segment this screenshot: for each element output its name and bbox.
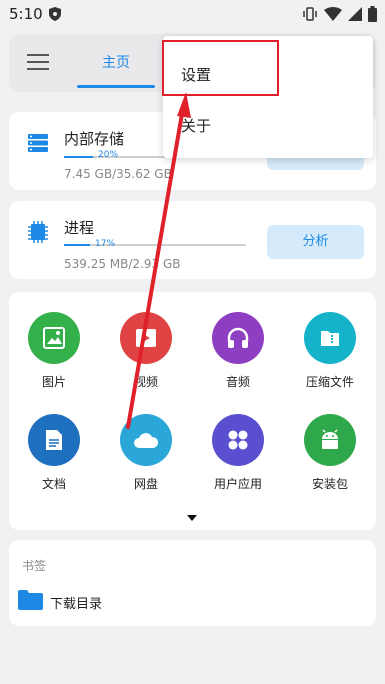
vibrate-icon — [303, 7, 317, 21]
process-card[interactable]: 进程 17% 539.25 MB/2.93 GB 分析 — [9, 201, 376, 279]
process-progress-track — [64, 244, 246, 246]
process-title: 进程 — [64, 219, 95, 237]
category-label: 文档 — [41, 477, 66, 491]
wifi-icon — [324, 7, 342, 21]
annotation-highlight-box — [162, 40, 279, 96]
process-progress-fill — [64, 244, 90, 246]
process-percent: 17% — [95, 239, 116, 249]
storage-progress-fill — [64, 156, 93, 158]
bookmarks-header: 书签 — [22, 559, 47, 573]
video-icon — [120, 312, 172, 364]
category-cloud[interactable]: 网盘 — [106, 414, 186, 492]
storage-title: 内部存储 — [64, 130, 125, 148]
tab-indicator — [77, 85, 155, 88]
cloud-icon — [120, 414, 172, 466]
category-documents[interactable]: 文档 — [14, 414, 94, 492]
category-label: 网盘 — [133, 477, 158, 491]
category-label: 图片 — [41, 375, 66, 389]
category-user-apps[interactable]: 用户应用 — [198, 414, 278, 492]
category-apks[interactable]: 安装包 — [290, 414, 370, 492]
category-archives[interactable]: 压缩文件 — [290, 312, 370, 390]
storage-percent: 20% — [98, 150, 119, 160]
category-images[interactable]: 图片 — [14, 312, 94, 390]
process-size: 539.25 MB/2.93 GB — [64, 257, 181, 271]
status-time: 5:10 — [9, 5, 43, 23]
android-icon — [304, 414, 356, 466]
category-label: 音频 — [225, 375, 250, 389]
menu-item-about[interactable]: 关于 — [181, 115, 211, 136]
process-analyze-button[interactable]: 分析 — [267, 225, 364, 259]
storage-icon — [28, 134, 48, 152]
signal-icon — [348, 7, 362, 21]
status-bar: 5:10 — [0, 0, 385, 30]
category-audio[interactable]: 音频 — [198, 312, 278, 390]
expand-more-icon[interactable] — [187, 515, 197, 521]
headphones-icon — [212, 312, 264, 364]
category-label: 视频 — [133, 375, 158, 389]
category-label: 压缩文件 — [305, 375, 354, 389]
bookmarks-card — [9, 540, 376, 626]
image-icon — [28, 312, 80, 364]
category-label: 安装包 — [311, 477, 348, 491]
tab-home[interactable]: 主页 — [77, 34, 155, 92]
document-icon — [28, 414, 80, 466]
shield-icon — [49, 7, 61, 21]
apps-icon — [212, 414, 264, 466]
tab-home-label: 主页 — [102, 55, 130, 71]
hamburger-menu-icon[interactable] — [27, 54, 49, 72]
folder-icon — [18, 590, 43, 610]
bookmark-item-downloads[interactable]: 下载目录 — [50, 593, 102, 612]
category-videos[interactable]: 视频 — [106, 312, 186, 390]
archive-icon — [304, 312, 356, 364]
chip-icon — [28, 221, 48, 243]
storage-size: 7.45 GB/35.62 GB — [64, 167, 172, 181]
category-label: 用户应用 — [213, 477, 262, 491]
battery-icon — [368, 6, 377, 22]
